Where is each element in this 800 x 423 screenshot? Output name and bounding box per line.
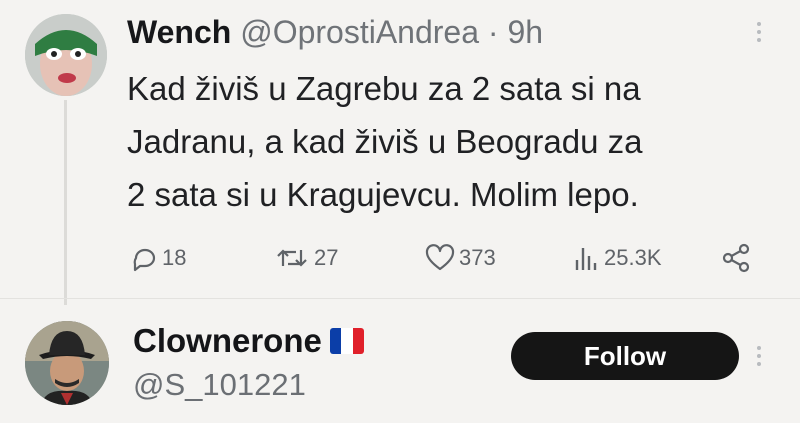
suggested-user-handle[interactable]: @S_101221 xyxy=(133,367,306,403)
author-name[interactable]: Wench xyxy=(127,14,231,50)
retweet-count: 27 xyxy=(314,245,339,270)
like-icon xyxy=(425,244,455,271)
retweet-icon xyxy=(277,249,307,267)
reply-count: 18 xyxy=(162,245,187,270)
tweet-text-line: 2 sata si u Kragujevcu. Molim lepo. xyxy=(127,176,639,213)
author-handle[interactable]: @OprostiAndrea xyxy=(240,14,479,50)
tweet-header: Wench @OprostiAndrea · 9h xyxy=(127,14,543,51)
share-button[interactable] xyxy=(721,240,751,276)
author-avatar[interactable] xyxy=(25,14,107,96)
share-icon xyxy=(722,243,750,273)
avatar-image xyxy=(25,14,107,96)
separator-dot: · xyxy=(487,14,499,50)
flag-icon xyxy=(329,328,364,354)
follow-button[interactable]: Follow xyxy=(511,332,739,380)
suggested-user-name[interactable]: Clownerone xyxy=(133,322,364,360)
reply-button[interactable]: 18 xyxy=(130,240,186,276)
avatar[interactable] xyxy=(25,321,109,405)
tweet-time[interactable]: 9h xyxy=(507,14,543,50)
tweet: Wench @OprostiAndrea · 9h Kad živiš u Za… xyxy=(0,0,800,305)
avatar-image xyxy=(25,321,109,405)
retweet-button[interactable]: 27 xyxy=(274,240,338,276)
tweet-text-line: Jadranu, a kad živiš u Beogradu za xyxy=(127,123,643,160)
like-count: 373 xyxy=(459,245,496,270)
more-icon[interactable] xyxy=(757,22,763,46)
suggested-name-text: Clownerone xyxy=(133,322,322,359)
divider xyxy=(0,298,800,299)
more-icon[interactable] xyxy=(757,346,763,370)
views-icon xyxy=(575,248,597,270)
view-count: 25.3K xyxy=(604,245,662,270)
tweet-text-line: Kad živiš u Zagrebu za 2 sata si na xyxy=(127,70,641,107)
reply-icon xyxy=(133,248,156,272)
tweet-text: Kad živiš u Zagrebu za 2 sata si na Jadr… xyxy=(127,62,787,221)
tweet-actions: 18 27 373 25.3K xyxy=(127,240,767,276)
like-button[interactable]: 373 xyxy=(425,240,496,276)
views-button[interactable]: 25.3K xyxy=(572,240,662,276)
thread-line xyxy=(64,100,67,305)
